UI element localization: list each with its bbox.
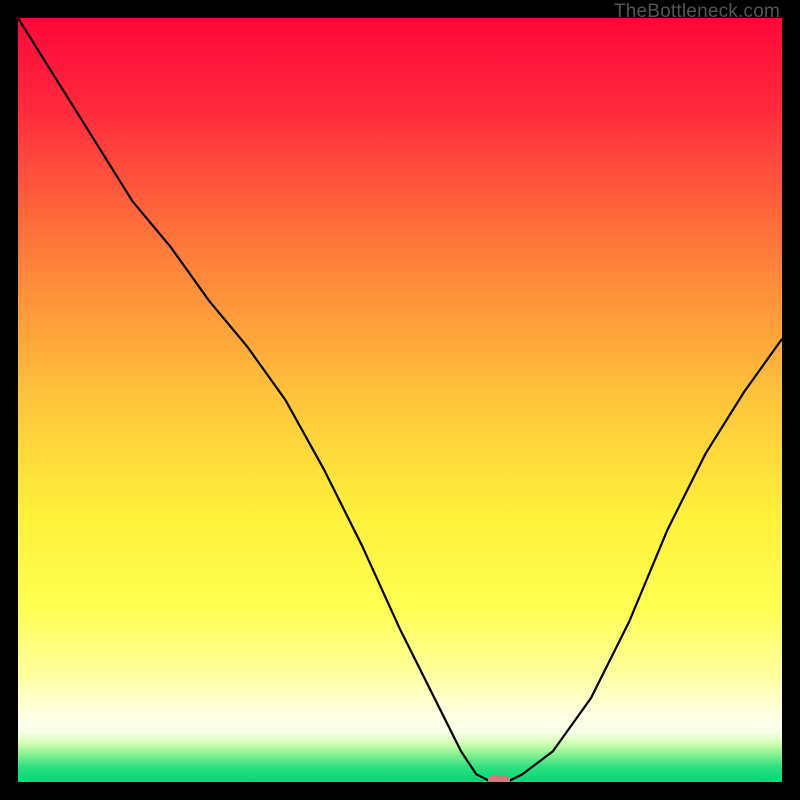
plot-area: [18, 18, 782, 782]
bottleneck-curve: [18, 18, 782, 782]
optimal-point-marker: [488, 775, 510, 783]
watermark-text: TheBottleneck.com: [614, 1, 780, 23]
bottleneck-chart: TheBottleneck.com: [0, 0, 800, 800]
